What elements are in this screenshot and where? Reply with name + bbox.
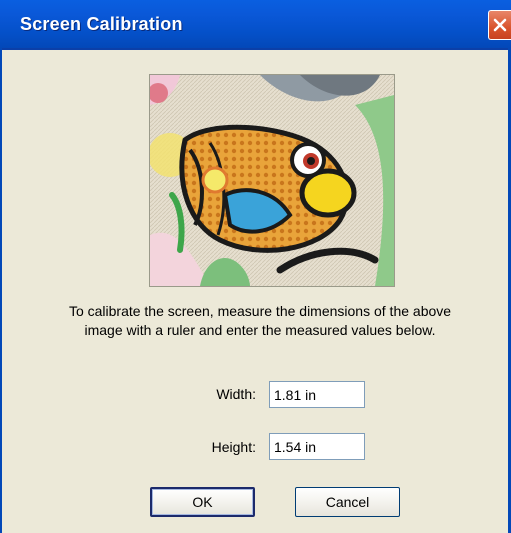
close-button[interactable] (488, 10, 511, 40)
calibration-dialog: Screen Calibration To calibrate the scre… (0, 0, 511, 533)
width-field[interactable] (269, 381, 365, 408)
calibration-sample-image (149, 74, 395, 287)
window-border-left (0, 48, 2, 533)
height-label: Height: (211, 439, 256, 455)
title-bar[interactable]: Screen Calibration (0, 0, 511, 50)
cancel-button-label: Cancel (325, 494, 370, 510)
close-icon (493, 18, 507, 32)
ok-button-label: OK (192, 494, 213, 510)
instruction-line-2: image with a ruler and enter the measure… (84, 322, 436, 338)
instruction-line-1: To calibrate the screen, measure the dim… (68, 303, 452, 319)
window-title: Screen Calibration (20, 14, 183, 34)
cancel-button[interactable]: Cancel (295, 487, 400, 517)
height-field[interactable] (269, 433, 365, 460)
ok-button[interactable]: OK (150, 487, 255, 517)
width-label: Width: (216, 386, 256, 402)
calibration-instructions: To calibrate the screen, measure the dim… (40, 302, 480, 340)
